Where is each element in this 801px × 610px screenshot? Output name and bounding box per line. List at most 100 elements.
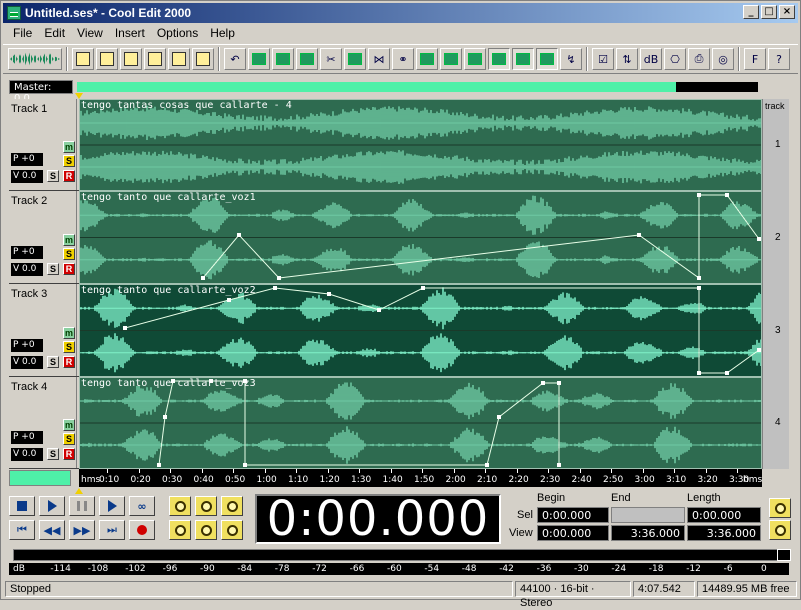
lock-button[interactable] [440,48,462,70]
stop-button[interactable] [9,496,35,516]
track-clip-area[interactable]: tengo tanto que callarte_voz3 [79,377,762,469]
go-to-end-button[interactable]: ⏭ [99,520,125,540]
menu-edit[interactable]: Edit [38,25,71,41]
mark-button[interactable]: ⎔ [664,48,686,70]
waveform-view-button[interactable] [8,48,62,70]
pan-field[interactable]: P +0 [11,339,43,352]
select-button[interactable]: S [47,356,59,368]
zoom-out-horizontal-button[interactable] [195,496,217,516]
sel-end-field[interactable] [611,507,685,523]
clip-indicator[interactable] [777,549,791,561]
zoom-selection-button[interactable] [221,520,243,540]
solo-button[interactable]: S [63,341,75,353]
undo-button[interactable]: ↶ [224,48,246,70]
menu-insert[interactable]: Insert [109,25,151,41]
pan-field[interactable]: P +0 [11,153,43,166]
solo-button[interactable]: S [63,155,75,167]
mixdown-button[interactable] [272,48,294,70]
close-button[interactable]: × [779,5,795,19]
zoom-out-vertical-button[interactable] [769,520,791,540]
zoom-in-horizontal-button[interactable] [169,496,191,516]
volume-field[interactable]: V 0.0 [11,170,43,183]
track-name[interactable]: Track 2 [11,195,47,207]
view-end-field[interactable]: 3:36.000 [611,525,685,541]
record-arm-button[interactable]: R [63,170,75,182]
menu-view[interactable]: View [71,25,109,41]
solo-button[interactable]: S [63,248,75,260]
master-volume-label[interactable]: Master: 0.0 [9,79,73,104]
track-clip-area[interactable]: tengo tanto que callarte_voz1 [79,191,762,284]
play-button[interactable] [39,496,65,516]
position-pointer-bottom[interactable] [75,488,83,494]
pan-field[interactable]: P +0 [11,431,43,444]
cut-wave-button[interactable] [248,48,270,70]
volume-field[interactable]: V 0.0 [11,448,43,461]
close-file-button[interactable] [192,48,214,70]
select-button[interactable]: S [47,170,59,182]
zoom-left-button[interactable] [169,520,191,540]
help-button[interactable]: ? [768,48,790,70]
sel-length-field[interactable]: 0:00.000 [687,507,761,523]
track-name[interactable]: Track 1 [11,103,47,115]
align-button[interactable] [464,48,486,70]
menu-options[interactable]: Options [151,25,204,41]
cd-button[interactable]: ◎ [712,48,734,70]
save-button[interactable] [144,48,166,70]
edit-envelope-button[interactable] [536,48,558,70]
db-button[interactable]: dB [640,48,662,70]
track-name[interactable]: Track 3 [11,288,47,300]
sel-begin-field[interactable]: 0:00.000 [537,507,609,523]
track-clip-area[interactable]: tengo tanto que callarte_voz2 [79,284,762,377]
track-name[interactable]: Track 4 [11,381,47,393]
play-to-end-button[interactable] [99,496,125,516]
maximize-button[interactable]: □ [761,5,777,19]
vol-envelope-button[interactable] [488,48,510,70]
menu-help[interactable]: Help [204,25,241,41]
view-begin-field[interactable]: 0:00.000 [537,525,609,541]
solo-button[interactable]: S [63,433,75,445]
open-session-button[interactable] [120,48,142,70]
record-arm-button[interactable]: R [63,448,75,460]
mark-edit-button[interactable]: ⎙ [688,48,710,70]
track-clip-area[interactable]: tengo tantas cosas que callarte - 4 [79,99,762,191]
pause-button[interactable] [69,496,95,516]
crossfade-button[interactable]: ⋈ [368,48,390,70]
mute-button[interactable]: m [63,141,75,153]
go-to-start-button[interactable]: ⏮ [9,520,35,540]
time-ruler[interactable]: hms 0:10 0:20 0:30 0:40 0:50 1:00 1:10 1:20 1:30 1… [79,469,762,487]
zoom-full-button[interactable] [221,496,243,516]
new-button[interactable] [72,48,94,70]
f-button[interactable]: F [744,48,766,70]
mute-button[interactable]: m [63,419,75,431]
mute-button[interactable]: m [63,327,75,339]
mute-button[interactable]: m [63,234,75,246]
pan-envelope-button[interactable] [512,48,534,70]
open-button[interactable] [96,48,118,70]
minimize-button[interactable]: _ [743,5,759,19]
envelope-button[interactable] [344,48,366,70]
loop-button[interactable]: ⚭ [392,48,414,70]
checkbox-tool-button[interactable]: ☑ [592,48,614,70]
record-arm-button[interactable]: R [63,263,75,275]
group-button[interactable] [416,48,438,70]
record-button[interactable] [129,520,155,540]
volume-field[interactable]: V 0.0 [11,263,43,276]
zoom-right-button[interactable] [195,520,217,540]
master-position-bar[interactable] [77,81,758,92]
sort-button[interactable]: ⇅ [616,48,638,70]
menu-file[interactable]: File [7,25,38,41]
fast-forward-button[interactable]: ▶▶ [69,520,95,540]
loop-play-button[interactable]: ∞ [129,496,155,516]
zoom-in-vertical-button[interactable] [769,498,791,518]
save-as-button[interactable] [168,48,190,70]
record-arm-button[interactable]: R [63,356,75,368]
snap-button[interactable]: ↯ [560,48,582,70]
split-button[interactable]: ✂ [320,48,342,70]
ruler-left-bar[interactable] [9,470,71,486]
pan-field[interactable]: P +0 [11,246,43,259]
title-bar[interactable]: Untitled.ses* - Cool Edit 2000 _ □ × [3,3,798,23]
view-length-field[interactable]: 3:36.000 [687,525,761,541]
select-button[interactable]: S [47,448,59,460]
volume-field[interactable]: V 0.0 [11,356,43,369]
insert-button[interactable] [296,48,318,70]
